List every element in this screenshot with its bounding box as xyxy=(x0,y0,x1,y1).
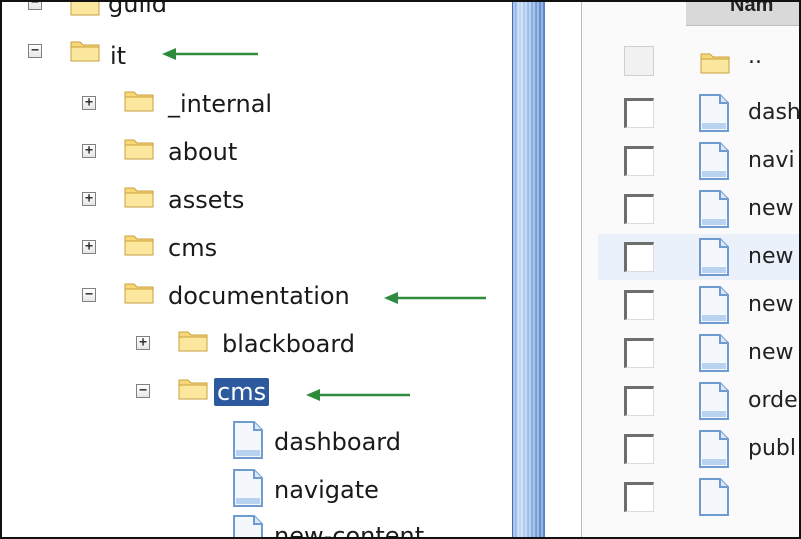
file-row[interactable]: new xyxy=(598,234,799,280)
pane-splitter[interactable] xyxy=(512,2,547,537)
row-checkbox[interactable] xyxy=(624,386,654,416)
document-icon xyxy=(233,515,263,537)
tree-node-label: it xyxy=(110,42,127,70)
row-checkbox[interactable] xyxy=(624,482,654,512)
folder-tree: − guild − it + _internal + about + asset… xyxy=(2,2,512,539)
column-header-name[interactable]: Nam xyxy=(686,2,799,26)
row-checkbox[interactable] xyxy=(624,290,654,320)
expand-icon[interactable]: + xyxy=(82,192,96,206)
annotation-arrow-icon xyxy=(384,292,486,304)
document-icon xyxy=(699,142,729,180)
folder-icon xyxy=(700,53,730,74)
tree-node-label: navigate xyxy=(274,476,379,504)
folder-icon xyxy=(124,283,154,304)
tree-node-label: cms xyxy=(168,234,218,262)
window-frame: − guild − it + _internal + about + asset… xyxy=(0,0,801,539)
document-icon xyxy=(699,94,729,132)
document-icon xyxy=(699,238,729,276)
row-checkbox[interactable] xyxy=(624,338,654,368)
annotation-arrow-icon xyxy=(162,48,258,60)
expand-icon[interactable]: + xyxy=(82,96,96,110)
tree-node-label: new-content xyxy=(274,522,425,539)
document-icon xyxy=(699,478,729,516)
file-row[interactable]: new xyxy=(598,186,799,232)
row-checkbox[interactable] xyxy=(624,146,654,176)
document-icon xyxy=(699,382,729,420)
folder-icon xyxy=(178,379,208,400)
tree-node-label: about xyxy=(168,138,238,166)
file-name: navi xyxy=(748,148,795,173)
row-checkbox[interactable] xyxy=(624,194,654,224)
file-name: .. xyxy=(748,44,762,69)
folder-icon xyxy=(124,187,154,208)
annotation-arrow-icon xyxy=(306,389,410,401)
folder-icon xyxy=(70,2,100,16)
folder-icon xyxy=(124,235,154,256)
file-row[interactable]: dash xyxy=(598,90,801,136)
expand-icon[interactable]: + xyxy=(82,144,96,158)
pane-gap xyxy=(545,2,582,537)
document-icon xyxy=(699,334,729,372)
tree-node-label: cms xyxy=(214,378,270,406)
file-row[interactable]: navi xyxy=(598,138,799,184)
file-row-parent[interactable]: .. xyxy=(598,38,799,84)
document-icon xyxy=(233,469,263,507)
document-icon xyxy=(699,430,729,468)
expand-icon[interactable]: + xyxy=(136,336,150,350)
tree-node-label: guild xyxy=(108,2,168,18)
document-icon xyxy=(699,286,729,324)
row-checkbox[interactable] xyxy=(624,434,654,464)
tree-node-label: _internal xyxy=(168,90,273,118)
file-name: dash xyxy=(748,100,801,125)
file-row[interactable]: publ xyxy=(598,426,799,472)
file-list: Nam .. dash navi new new new new orde pu… xyxy=(582,2,801,537)
collapse-icon[interactable]: − xyxy=(82,288,96,302)
document-icon xyxy=(233,421,263,459)
file-row[interactable] xyxy=(598,474,799,520)
tree-node-label: documentation xyxy=(168,282,350,310)
folder-icon xyxy=(124,91,154,112)
folder-icon xyxy=(70,41,100,62)
file-name: new xyxy=(748,244,794,269)
file-row[interactable]: orde xyxy=(598,378,799,424)
file-row[interactable]: new xyxy=(598,330,799,376)
file-name: new xyxy=(748,340,794,365)
tree-node-label: blackboard xyxy=(222,330,356,358)
file-name: orde xyxy=(748,388,798,413)
folder-icon xyxy=(124,139,154,160)
folder-icon xyxy=(178,331,208,352)
file-name: new xyxy=(748,196,794,221)
collapse-icon[interactable]: − xyxy=(28,44,42,58)
tree-node-label: dashboard xyxy=(274,428,401,456)
row-checkbox[interactable] xyxy=(624,98,654,128)
row-checkbox[interactable] xyxy=(624,46,654,76)
file-name: new xyxy=(748,292,794,317)
expand-icon[interactable]: + xyxy=(82,240,96,254)
collapse-icon[interactable]: − xyxy=(28,2,42,10)
document-icon xyxy=(699,190,729,228)
collapse-icon[interactable]: − xyxy=(136,384,150,398)
row-checkbox[interactable] xyxy=(624,242,654,272)
tree-node-label: assets xyxy=(168,186,245,214)
file-row[interactable]: new xyxy=(598,282,799,328)
file-name: publ xyxy=(748,436,796,461)
